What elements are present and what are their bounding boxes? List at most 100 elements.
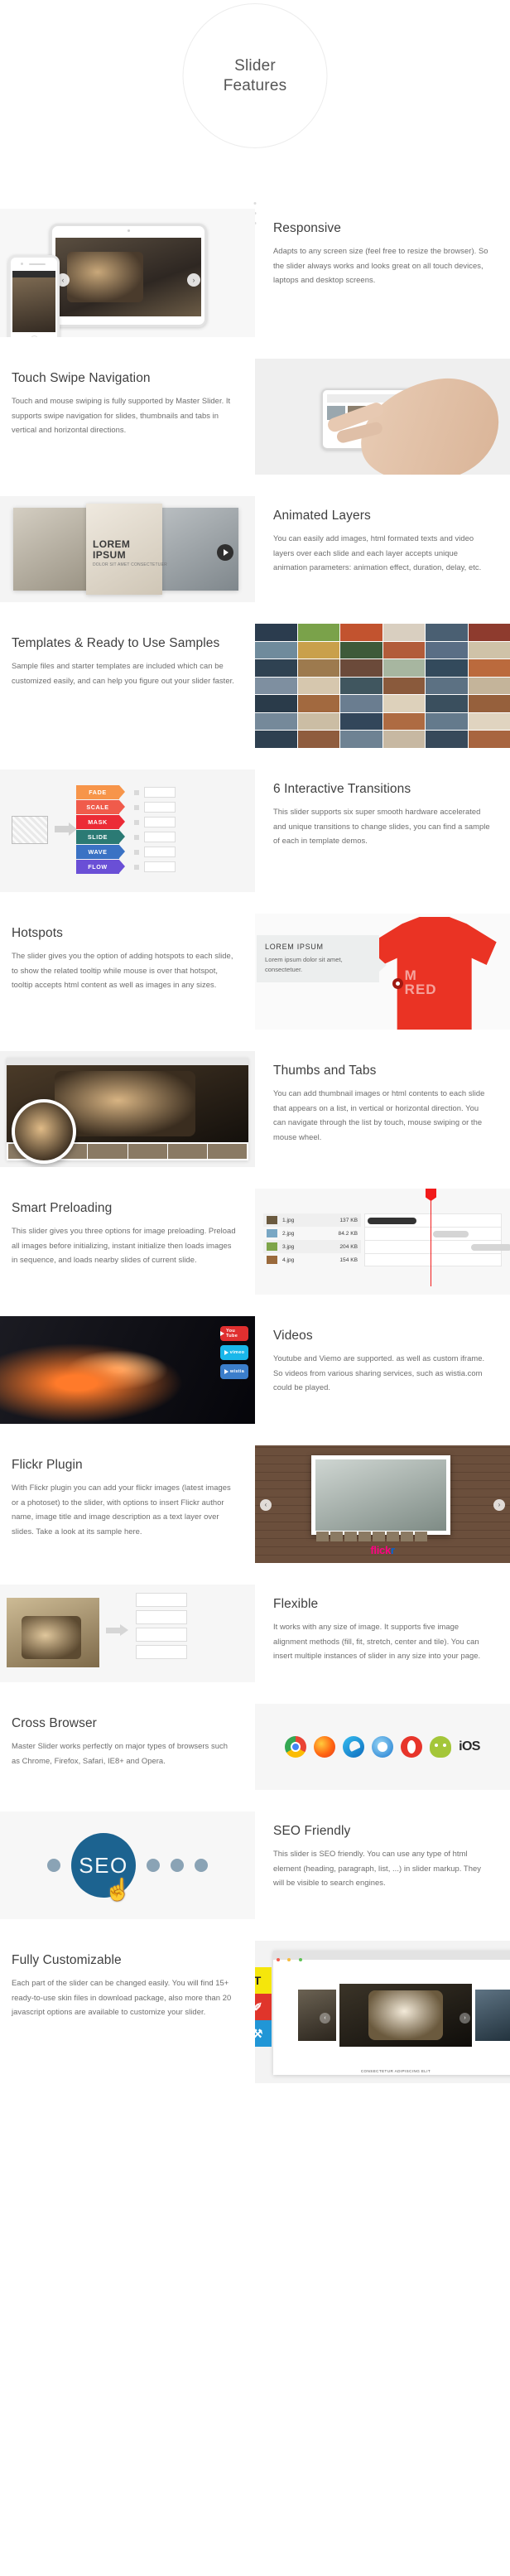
firefox-icon — [314, 1736, 336, 1758]
flickr-thumb-4[interactable] — [358, 1532, 371, 1541]
transition-tag-fade[interactable]: FADE — [76, 785, 125, 799]
template-thumb[interactable] — [382, 712, 425, 731]
flickr-thumb-8[interactable] — [414, 1532, 427, 1541]
layer-text-sub: DOLOR SIT AMET CONSECTETUER — [93, 562, 167, 568]
template-thumb[interactable] — [468, 731, 510, 748]
template-thumb[interactable] — [297, 624, 339, 641]
transition-tag-label: FADE — [89, 789, 107, 796]
template-thumb[interactable] — [297, 695, 339, 712]
template-thumb[interactable] — [468, 695, 510, 712]
transition-tag-wave[interactable]: WAVE — [76, 845, 125, 859]
seo-dot-left — [47, 1859, 60, 1872]
template-thumb[interactable] — [340, 677, 382, 695]
template-thumb[interactable] — [382, 731, 425, 748]
template-thumb[interactable] — [382, 695, 425, 712]
editor-tool-3-icon[interactable]: ⚒ — [255, 2020, 272, 2047]
template-thumb[interactable] — [382, 659, 425, 677]
flickr-thumb-6[interactable] — [386, 1532, 399, 1541]
template-thumb[interactable] — [255, 712, 297, 731]
editor-dot-close[interactable] — [277, 1958, 280, 1961]
feature-touch-swipe-navigation: Touch Swipe Navigation Touch and mouse s… — [0, 359, 510, 475]
video-badge-you-tube[interactable]: You Tube — [220, 1326, 248, 1341]
video-badge-label: vimeo — [229, 1350, 245, 1355]
flickr-thumb-5[interactable] — [372, 1532, 385, 1541]
dot-1 — [253, 202, 257, 205]
video-badge-wistia[interactable]: wistia — [220, 1364, 248, 1379]
thumbnail-4[interactable] — [128, 1144, 167, 1159]
tshirt-icon: M RED — [372, 917, 497, 1030]
editor-tool-1-icon[interactable]: T — [255, 1967, 272, 1994]
template-thumb[interactable] — [297, 641, 339, 659]
editor-tool-2-icon[interactable]: ✐ — [255, 1994, 272, 2020]
flickr-photo — [310, 1455, 450, 1535]
thumbnail-6[interactable] — [207, 1144, 248, 1159]
flickr-thumbnail-strip[interactable] — [315, 1532, 427, 1541]
play-button-icon[interactable] — [217, 544, 233, 561]
hotspots-illustration: M RED LOREM IPSUM Lorem ipsum dolor sit … — [255, 914, 510, 1030]
transition-tag-scale[interactable]: SCALE — [76, 800, 125, 814]
transition-target-box — [144, 847, 176, 857]
flickr-thumb-1[interactable] — [315, 1532, 329, 1541]
edge-icon — [343, 1736, 365, 1758]
seo-dot-1 — [147, 1859, 160, 1872]
template-thumb[interactable] — [468, 712, 510, 731]
flickr-thumb-2[interactable] — [330, 1532, 343, 1541]
template-thumb[interactable] — [297, 659, 339, 677]
template-thumb[interactable] — [426, 641, 468, 659]
transition-tag-mask[interactable]: MASK — [76, 815, 125, 829]
template-thumb[interactable] — [426, 695, 468, 712]
preload-file-name: 2.jpg — [282, 1230, 295, 1237]
thumbnail-3[interactable] — [88, 1144, 128, 1159]
flickr-thumb-3[interactable] — [344, 1532, 357, 1541]
template-thumb[interactable] — [255, 677, 297, 695]
template-thumb[interactable] — [340, 624, 382, 641]
transition-tag-slide[interactable]: SLIDE — [76, 830, 125, 844]
template-thumb[interactable] — [382, 677, 425, 695]
transition-tag-flow[interactable]: FLOW — [76, 860, 125, 874]
template-thumb[interactable] — [382, 624, 425, 641]
editor-dot-min[interactable] — [287, 1958, 291, 1961]
transition-target-box — [144, 802, 176, 813]
template-thumb[interactable] — [340, 641, 382, 659]
template-thumb[interactable] — [340, 712, 382, 731]
template-thumb[interactable] — [468, 659, 510, 677]
transition-target-dot — [134, 864, 139, 870]
template-thumb[interactable] — [468, 677, 510, 695]
cursor-pointer-icon: ☝ — [104, 1877, 132, 1902]
template-thumb[interactable] — [255, 659, 297, 677]
template-thumb[interactable] — [426, 677, 468, 695]
template-thumb[interactable] — [255, 624, 297, 641]
template-thumb[interactable] — [426, 624, 468, 641]
template-thumb[interactable] — [426, 712, 468, 731]
template-thumb[interactable] — [426, 659, 468, 677]
layer-slide-left — [13, 508, 89, 591]
template-thumb[interactable] — [255, 641, 297, 659]
template-thumb[interactable] — [340, 659, 382, 677]
flickr-prev-icon[interactable]: ‹ — [260, 1499, 272, 1512]
video-badge-vimeo[interactable]: vimeo — [220, 1345, 248, 1360]
template-thumb[interactable] — [255, 695, 297, 712]
row-spacer — [0, 602, 510, 624]
next-arrow-icon[interactable]: › — [187, 273, 200, 287]
seo-badge: SEO ☝ — [71, 1833, 136, 1902]
flickr-thumb-7[interactable] — [400, 1532, 413, 1541]
template-thumb[interactable] — [297, 712, 339, 731]
template-thumb[interactable] — [426, 731, 468, 748]
template-thumb[interactable] — [340, 731, 382, 748]
template-thumb[interactable] — [297, 731, 339, 748]
flickr-illustration: ‹ › flickr — [255, 1445, 510, 1563]
transitions-illustration: FADE SCALE MASK SLIDE WAVE FLOW — [0, 769, 255, 892]
flickr-next-icon[interactable]: › — [493, 1499, 505, 1512]
feature-cross-browser: Cross Browser Master Slider works perfec… — [0, 1704, 510, 1790]
editor-next-icon[interactable]: › — [459, 2013, 470, 2024]
row-spacer — [0, 1790, 510, 1811]
template-thumb[interactable] — [468, 641, 510, 659]
editor-prev-icon[interactable]: ‹ — [320, 2013, 330, 2024]
template-thumb[interactable] — [340, 695, 382, 712]
template-thumb[interactable] — [255, 731, 297, 748]
template-thumb[interactable] — [297, 677, 339, 695]
template-thumb[interactable] — [382, 641, 425, 659]
thumbnail-5[interactable] — [167, 1144, 207, 1159]
editor-dot-max[interactable] — [298, 1958, 302, 1961]
template-thumb[interactable] — [468, 624, 510, 641]
